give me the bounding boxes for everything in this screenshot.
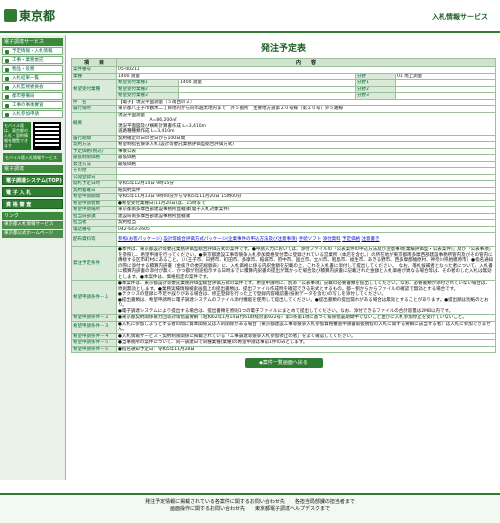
file-link[interactable]: 添付資料 xyxy=(323,237,341,242)
logo-text: 東京都 xyxy=(19,9,56,23)
sidebar-link-6[interactable]: 都市整備局 xyxy=(2,92,63,100)
tokyo-logo[interactable]: 東京都 xyxy=(4,7,55,24)
req-text-1: ●本案件は、東京都設計等委託業務評価型総合評価方式の案件です。希望申請時に、別添… xyxy=(116,280,496,315)
cond-label: 発注予定条件 xyxy=(71,246,117,281)
qualification-button[interactable]: 資 格 審 査 xyxy=(2,199,63,209)
desired-label: 希望受付業種 xyxy=(71,79,117,100)
qr-code-icon xyxy=(33,122,61,150)
file-link[interactable]: 予定価格 xyxy=(342,237,360,242)
footer-contact-1: 発注予定情報に掲載されている各案件に関するお問い合わせ先 各担当局部課の担当者ま… xyxy=(145,499,355,505)
file-link[interactable]: 参照(お客パッケージ) xyxy=(118,237,162,242)
service-title: 入札情報サービス xyxy=(432,13,488,21)
sidebar-link-3[interactable]: 物品・役務 xyxy=(2,65,63,73)
qr-description: モバイル版は、東京都の入札・契約情報を閲覧できます xyxy=(3,122,31,150)
sidebar-heading-procurement: 電子調達サービス xyxy=(2,38,63,46)
e-bidding-button[interactable]: 電 子 入 札 xyxy=(2,187,63,197)
req-1d: ●電子調達システムにより提出する場合は、提出書類を原則1つの電子ファイルにまとめ… xyxy=(118,308,454,314)
sidebar-link-4[interactable]: 入札結果一覧 xyxy=(2,74,63,82)
sidebar-link-5[interactable]: 入札監視委員会 xyxy=(2,83,63,91)
req-text-6: ●指名通知予定日：令和5年11月28日 xyxy=(116,345,496,353)
mobile-qr-block: モバイル版は、東京都の入札・契約情報を閲覧できます xyxy=(3,122,62,150)
sidebar-link-8[interactable]: 入札参加申請 xyxy=(2,110,63,118)
sidebar-link-2[interactable]: 工事・業務委託 xyxy=(2,56,63,64)
page-header: 東京都 入札情報サービス xyxy=(0,0,500,33)
page-footer: 発注予定情報に掲載されている各案件に関するお問い合わせ先 各担当局部課の担当者ま… xyxy=(0,493,500,523)
req-1c: ●提出書類は、希望申請時に電子調達システムのファイル添付機能を使用して提出してく… xyxy=(118,297,489,309)
summary-value: 現況平面測量 A=86,200㎡ 現況平面図及び横断計算書作成 L=3,410m 道… xyxy=(116,111,496,136)
req-label-1: 希望申請条件－１ xyxy=(71,280,117,315)
file-link[interactable]: 手続ソフト xyxy=(299,237,322,242)
th-content: 内 容 xyxy=(116,58,496,67)
dist-files: 参照(お客パッケージ) 設計等総合評価方式パッケージ(企業事件の申込方法及び注意… xyxy=(116,232,496,247)
summary-line: 道路種種類作成 L=3,410m xyxy=(118,129,175,134)
page-title: 発注予定表 xyxy=(260,44,306,54)
sidebar-link-7[interactable]: 工事の事後審査 xyxy=(2,101,63,109)
th-item: 項 目 xyxy=(71,58,117,67)
link-bid-info[interactable]: 東京都入札情報サービス xyxy=(2,221,63,229)
req-label-6: 希望申請条件－６ xyxy=(71,345,117,353)
sidebar-heading-links: リンク xyxy=(2,212,63,220)
file-link[interactable]: 設計等総合評価方式パッケージ(企業事件の申込方法及び注意事項) xyxy=(163,237,297,242)
req-text-3: ●入札に参加しようとする者の間に資本関係又は人的関係がある場合（東京都建設工事等… xyxy=(116,320,496,334)
req-label-3: 希望申請条件－３ xyxy=(71,320,117,334)
sidebar-link-1[interactable]: 予定情報・入札情報 xyxy=(2,47,63,55)
dist-label: 配布資料等 xyxy=(71,232,117,247)
file-link[interactable]: 注意書き xyxy=(362,237,380,242)
link-tokyo-home[interactable]: 東京都公式ホームページ xyxy=(2,230,63,238)
eproc-top-button[interactable]: 電子調達システム(TOP) xyxy=(2,175,63,185)
mobile-label[interactable]: モバイル版入札情報サービス xyxy=(3,153,62,162)
detail-table: 項 目内 容 案件番号 05-00211 業種 1400 測量 分野 01 地上測量 希… xyxy=(71,58,497,353)
req-text-2: ●東京都契約関係暴力団等対策措置要綱（昭和62年1月14日付61財経庶第922号… xyxy=(116,314,496,322)
back-to-list-button[interactable]: ◆案件一覧画面へ戻る xyxy=(244,358,323,368)
footer-contact-2: 画面操作に関するお問い合わせ先 東京都電子調達ヘルプデスクまで xyxy=(169,506,330,512)
summary-label: 概要 xyxy=(71,111,117,136)
sidebar: 電子調達サービス 予定情報・入札情報 工事・業務委託 物品・役務 入札結果一覧 … xyxy=(0,35,66,480)
req-1a: ●本案件は、東京都設計等委託業務評価型総合評価方式の案件です。希望申請時に、別添… xyxy=(118,281,490,292)
cond-text: ●本件は、東京都設計等委託業務評価型総合評価方式の案件です。●申請入力においては… xyxy=(116,246,496,281)
sidebar-heading-eproc: 電子調達 xyxy=(2,165,63,173)
tokyo-emblem-icon xyxy=(4,9,17,22)
main-content: 発注予定表 項 目内 容 案件番号 05-00211 業種 1400 測量 分野 01 … xyxy=(71,35,497,368)
